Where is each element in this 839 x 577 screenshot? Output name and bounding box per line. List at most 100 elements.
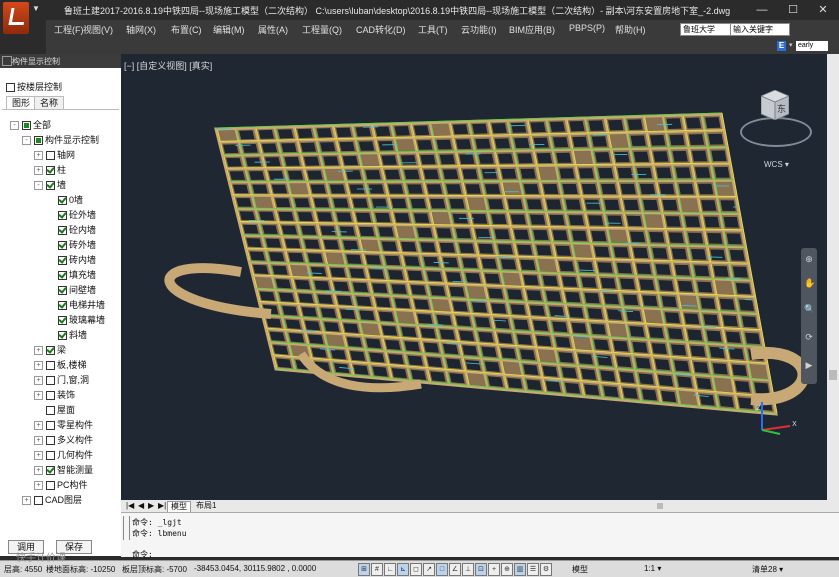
tree-item-checkbox[interactable] bbox=[46, 421, 55, 430]
3d-model-render[interactable] bbox=[121, 54, 827, 500]
menu-project[interactable]: 工程(F) bbox=[54, 23, 84, 36]
expand-icon[interactable]: + bbox=[34, 376, 43, 385]
tree-item[interactable]: +板,楼梯 bbox=[34, 358, 87, 372]
status-toggle-icon[interactable]: ⊡ bbox=[475, 563, 487, 576]
tree-item-checkbox[interactable] bbox=[58, 226, 67, 235]
chevron-down-icon[interactable]: ▾ bbox=[789, 41, 793, 49]
tree-item[interactable]: 砼内墙 bbox=[46, 223, 96, 237]
tree-item-checkbox[interactable] bbox=[58, 271, 67, 280]
menu-bim[interactable]: BIM应用(B) bbox=[509, 23, 555, 36]
tree-item[interactable]: 斜墙 bbox=[46, 328, 87, 342]
tree-item-checkbox[interactable] bbox=[58, 286, 67, 295]
menu-view[interactable]: 视图(V) bbox=[83, 23, 113, 36]
floor-control-option[interactable]: 按楼层控制 bbox=[6, 80, 62, 93]
view-cube[interactable]: 东 bbox=[761, 90, 789, 120]
tree-item-checkbox[interactable] bbox=[46, 436, 55, 445]
pan-icon[interactable]: ✋ bbox=[804, 278, 814, 288]
viewport-controls-label[interactable]: [−] [自定义视图] [真实] bbox=[124, 59, 212, 72]
chevron-down-icon[interactable]: ▼ bbox=[32, 4, 42, 16]
status-toggle-icon[interactable]: + bbox=[488, 563, 500, 576]
tree-item[interactable]: -墙 bbox=[34, 178, 66, 192]
expand-icon[interactable]: + bbox=[34, 481, 43, 490]
status-toggle-icon[interactable]: ∠ bbox=[449, 563, 461, 576]
search-input[interactable]: 输入关键字 bbox=[730, 23, 790, 36]
expand-icon[interactable]: + bbox=[34, 436, 43, 445]
annotation-scale[interactable]: 1:1 ▾ bbox=[644, 564, 661, 573]
tree-item[interactable]: +轴网 bbox=[34, 148, 75, 162]
expand-icon[interactable]: + bbox=[34, 166, 43, 175]
collapse-icon[interactable]: - bbox=[22, 136, 31, 145]
account-badge[interactable]: E bbox=[777, 41, 786, 51]
user-name[interactable]: early bbox=[796, 41, 828, 51]
floor-control-checkbox[interactable] bbox=[6, 83, 15, 92]
menu-help[interactable]: 帮助(H) bbox=[615, 23, 646, 36]
tree-item-checkbox[interactable] bbox=[22, 121, 31, 130]
vertical-scrollbar[interactable] bbox=[827, 54, 839, 504]
tree-item[interactable]: 0墙 bbox=[46, 193, 83, 207]
menu-pbps[interactable]: PBPS(P) bbox=[569, 23, 605, 33]
tree-item[interactable]: +智能测量 bbox=[34, 463, 93, 477]
tree-item[interactable]: 屋面 bbox=[34, 403, 75, 417]
tree-item[interactable]: 电梯井墙 bbox=[46, 298, 105, 312]
close-button[interactable]: ✕ bbox=[813, 2, 833, 18]
tree-item[interactable]: 玻璃幕墙 bbox=[46, 313, 105, 327]
tree-item[interactable]: +多义构件 bbox=[34, 433, 93, 447]
collapse-icon[interactable]: - bbox=[34, 181, 43, 190]
tree-item[interactable]: +几何构件 bbox=[34, 448, 93, 462]
showmotion-icon[interactable]: ▶ bbox=[804, 360, 814, 370]
orbit-icon[interactable]: ⟳ bbox=[804, 332, 814, 342]
tree-item[interactable]: +柱 bbox=[34, 163, 66, 177]
compass-ring[interactable] bbox=[740, 117, 812, 147]
scrollbar-thumb[interactable] bbox=[829, 370, 837, 380]
tree-item-checkbox[interactable] bbox=[46, 466, 55, 475]
status-toggle-icon[interactable]: ◻ bbox=[410, 563, 422, 576]
expand-icon[interactable]: + bbox=[34, 451, 43, 460]
tree-item[interactable]: 间壁墙 bbox=[46, 283, 96, 297]
pin-icon[interactable] bbox=[2, 56, 12, 66]
tree-item[interactable]: +梁 bbox=[34, 343, 66, 357]
expand-icon[interactable]: + bbox=[22, 496, 31, 505]
zoom-icon[interactable]: 🔍 bbox=[804, 304, 814, 314]
collapse-icon[interactable]: - bbox=[10, 121, 19, 130]
tree-item[interactable]: +门,窗,洞 bbox=[34, 373, 89, 387]
tree-item[interactable]: +零星构件 bbox=[34, 418, 93, 432]
app-logo-button[interactable] bbox=[3, 2, 29, 34]
tree-item-checkbox[interactable] bbox=[46, 451, 55, 460]
status-toggle-icon[interactable]: ⊥ bbox=[462, 563, 474, 576]
tree-item[interactable]: 砼外墙 bbox=[46, 208, 96, 222]
menu-cad-convert[interactable]: CAD转化(D) bbox=[356, 23, 406, 36]
menu-cloud[interactable]: 云功能(I) bbox=[461, 23, 497, 36]
tab-name[interactable]: 名称 bbox=[34, 96, 64, 109]
tree-item[interactable]: +PC构件 bbox=[34, 478, 88, 492]
status-toggle-icon[interactable]: ↗ bbox=[423, 563, 435, 576]
horizontal-scroll-thumb[interactable] bbox=[657, 503, 663, 509]
expand-icon[interactable]: + bbox=[34, 421, 43, 430]
tree-item-checkbox[interactable] bbox=[46, 361, 55, 370]
tree-item-checkbox[interactable] bbox=[46, 406, 55, 415]
tree-item-checkbox[interactable] bbox=[58, 256, 67, 265]
tree-item-checkbox[interactable] bbox=[46, 481, 55, 490]
expand-icon[interactable]: + bbox=[34, 391, 43, 400]
steering-wheel-icon[interactable]: ⊕ bbox=[804, 254, 814, 264]
tree-item[interactable]: 填充墙 bbox=[46, 268, 96, 282]
menu-axis[interactable]: 轴网(X) bbox=[126, 23, 156, 36]
status-toggle-icon[interactable]: ⊾ bbox=[397, 563, 409, 576]
expand-icon[interactable]: + bbox=[34, 361, 43, 370]
grip-icon[interactable] bbox=[123, 516, 130, 540]
menu-quantity[interactable]: 工程量(Q) bbox=[302, 23, 342, 36]
tree-item[interactable]: -全部 bbox=[10, 118, 51, 132]
model-viewport[interactable] bbox=[121, 54, 827, 500]
wcs-menu[interactable]: WCS ▾ bbox=[764, 160, 789, 169]
tree-item[interactable]: +CAD图层 bbox=[22, 493, 82, 507]
expand-icon[interactable]: + bbox=[34, 151, 43, 160]
status-toggle-icon[interactable]: ⚙ bbox=[540, 563, 552, 576]
tree-item-checkbox[interactable] bbox=[46, 346, 55, 355]
tree-item-checkbox[interactable] bbox=[58, 316, 67, 325]
tree-item[interactable]: 砖内墙 bbox=[46, 253, 96, 267]
expand-icon[interactable]: + bbox=[34, 346, 43, 355]
tree-item-checkbox[interactable] bbox=[46, 151, 55, 160]
status-toggle-icon[interactable]: ☰ bbox=[527, 563, 539, 576]
status-toggle-icon[interactable]: ∟ bbox=[384, 563, 396, 576]
status-toggle-icon[interactable]: ⊞ bbox=[358, 563, 370, 576]
status-toggle-icon[interactable]: □ bbox=[436, 563, 448, 576]
